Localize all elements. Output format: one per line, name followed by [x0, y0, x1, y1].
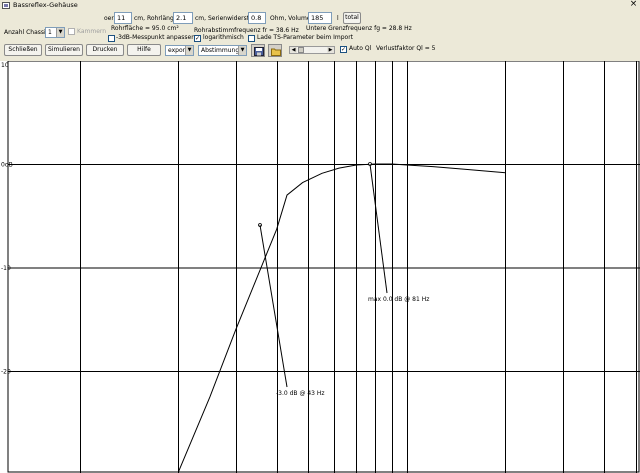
resistance-field[interactable]: 0.8: [248, 12, 266, 24]
diameter-label: oer: [104, 15, 114, 22]
kammern-checkbox[interactable]: [68, 28, 75, 35]
minus-3db-annotation: -3.0 dB @ 43 Hz: [276, 390, 325, 397]
print-button[interactable]: Drucken: [86, 44, 124, 56]
tube-area-text: Rohrfläche = 95.0 cm²: [111, 25, 179, 32]
chassis-label: Anzahl Chassis: [4, 29, 49, 36]
open-folder-icon: [271, 47, 281, 56]
window-title: Bassreflex-Gehäuse: [13, 1, 78, 9]
speaker-box-icon: [2, 2, 10, 9]
log-label: logarithmisch: [203, 34, 244, 41]
y-tick-label: -10: [1, 265, 11, 272]
cutoff-text: Untere Grenzfrequenz fg = 28.8 Hz: [306, 25, 412, 32]
chevron-down-icon: ▼: [56, 28, 64, 37]
save-icon: [254, 47, 264, 56]
title-bar: Bassreflex-Gehäuse ×: [0, 0, 640, 11]
plot-frame: [7, 61, 640, 473]
chevron-down-icon: ▼: [238, 46, 246, 55]
tuning-value: Abstimmung: [201, 47, 240, 54]
help-button[interactable]: Hilfe: [127, 44, 161, 56]
slider-thumb[interactable]: [298, 47, 304, 53]
tuning-select[interactable]: Abstimmung ▼: [198, 45, 247, 56]
chassis-count-value: 1: [48, 29, 52, 36]
volume-field[interactable]: 185: [308, 12, 332, 24]
ts-import-label: Lade TS-Parameter beim Import: [257, 34, 354, 41]
ts-import-checkbox[interactable]: [248, 35, 255, 42]
y-tick-label: 0dB: [1, 162, 13, 169]
tube-length-field[interactable]: 2.1: [173, 12, 193, 24]
diameter-field[interactable]: 11: [114, 12, 132, 24]
annotation-leader: [369, 163, 388, 294]
kammern-label: Kammern: [77, 28, 107, 35]
parameter-slider[interactable]: ◀ ▶: [289, 46, 335, 54]
chassis-count-select[interactable]: 1 ▼: [45, 27, 65, 38]
export-select[interactable]: export ▼: [165, 45, 194, 56]
log-checkbox[interactable]: ✓: [194, 35, 201, 42]
diameter-unit-label: cm, Rohrlänge: [134, 15, 178, 22]
adjust-3db-label: -3dB-Messpunkt anpassen: [116, 34, 196, 41]
max-annotation: max 0.0 dB @ 81 Hz: [368, 296, 429, 303]
annotation-leader: [259, 224, 288, 388]
close-icon[interactable]: ×: [629, 0, 638, 10]
y-tick-label: 10: [1, 62, 9, 69]
save-button[interactable]: [251, 44, 265, 57]
frequency-response-plot: 10 0dB -10 -20 -3.0 dB @ 43 Hz max 0.0 dB @ 8…: [0, 61, 640, 473]
total-button[interactable]: total: [343, 12, 361, 24]
close-button[interactable]: Schließen: [4, 44, 42, 56]
arrow-left-icon[interactable]: ◀: [290, 47, 297, 53]
loss-factor-text: Verlustfaktor Ql = 5: [376, 45, 436, 52]
open-button[interactable]: [268, 44, 282, 57]
auto-ql-label: Auto Ql: [349, 45, 372, 52]
arrow-right-icon[interactable]: ▶: [327, 47, 334, 53]
adjust-3db-checkbox[interactable]: [108, 35, 115, 42]
frequency-response-chart: 10 0dB -10 -20 -3.0 dB @ 43 Hz max 0.0 dB @ 8…: [1, 61, 640, 473]
volume-unit-label: l: [337, 15, 339, 22]
response-curve: [177, 163, 506, 473]
auto-ql-checkbox[interactable]: ✓: [340, 46, 347, 53]
y-tick-label: -20: [1, 369, 11, 376]
chevron-down-icon: ▼: [185, 46, 193, 55]
simulate-button[interactable]: Simulieren: [45, 44, 83, 56]
parameter-toolbar: oer 11 cm, Rohrlänge 2.1 cm, Serienwider…: [0, 11, 640, 61]
